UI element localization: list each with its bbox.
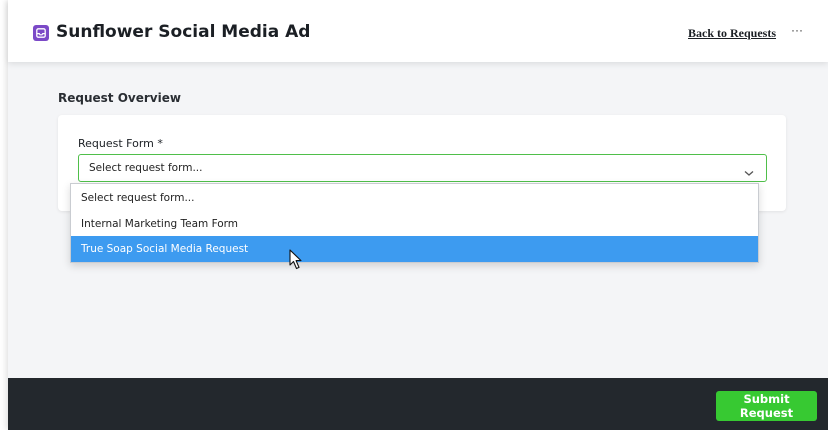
submit-request-button[interactable]: Submit Request [716, 391, 817, 421]
request-form-select[interactable]: Select request form... [78, 154, 767, 182]
page-header: Sunflower Social Media Ad Back to Reques… [8, 0, 828, 62]
request-form-dropdown: Select request form... Internal Marketin… [70, 183, 759, 263]
page-title: Sunflower Social Media Ad [56, 22, 311, 42]
inbox-icon [33, 25, 49, 41]
chevron-down-icon [744, 164, 754, 182]
mouse-cursor-icon [289, 249, 305, 276]
back-to-requests-link[interactable]: Back to Requests [688, 26, 776, 41]
dropdown-option[interactable]: Select request form... [71, 185, 758, 211]
more-options-icon[interactable]: ··· [791, 23, 803, 37]
request-form-label: Request Form * [78, 137, 163, 150]
section-title: Request Overview [58, 91, 181, 105]
select-current-value: Select request form... [89, 162, 203, 174]
dropdown-option[interactable]: Internal Marketing Team Form [71, 211, 758, 237]
dropdown-option-highlighted[interactable]: True Soap Social Media Request [71, 236, 758, 262]
footer-bar: Submit Request [8, 378, 828, 430]
